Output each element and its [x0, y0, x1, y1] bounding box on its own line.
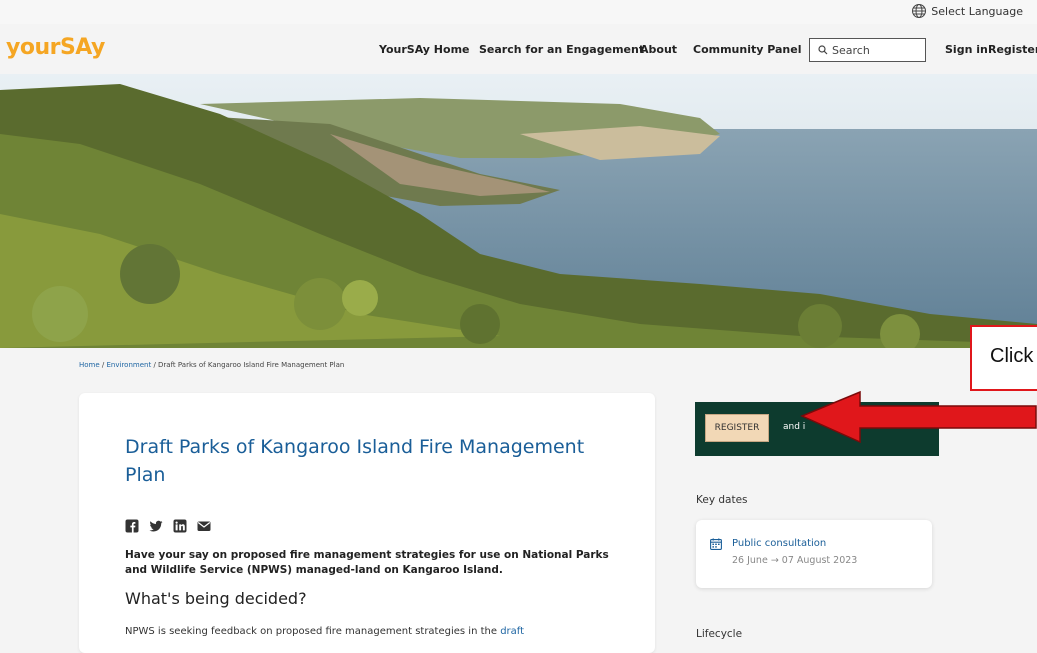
breadcrumb: Home / Environment / Draft Parks of Kang… — [79, 361, 344, 369]
facebook-icon[interactable] — [125, 519, 139, 533]
nav-community-panel[interactable]: Community Panel — [693, 43, 802, 56]
key-date-name[interactable]: Public consultation — [732, 538, 826, 549]
language-selector[interactable]: Select Language — [911, 3, 1023, 19]
search-icon — [818, 45, 828, 55]
sign-in-link[interactable]: Sign in — [945, 43, 988, 56]
section-heading: What's being decided? — [125, 589, 307, 608]
annotation-arrow-icon — [800, 390, 1037, 444]
hero-image — [0, 74, 1037, 348]
breadcrumb-home[interactable]: Home — [79, 361, 100, 369]
breadcrumb-separator: / — [101, 361, 105, 369]
social-share — [125, 519, 211, 533]
register-link[interactable]: Register — [988, 43, 1037, 56]
key-date-card: Public consultation 26 June → 07 August … — [696, 520, 932, 588]
twitter-icon[interactable] — [149, 519, 163, 533]
lifecycle-heading: Lifecycle — [696, 628, 743, 640]
body-paragraph: NPWS is seeking feedback on proposed fir… — [125, 626, 635, 637]
page-title: Draft Parks of Kangaroo Island Fire Mana… — [125, 436, 585, 486]
linkedin-icon[interactable] — [173, 519, 187, 533]
annotation-callout-text: Click — [990, 345, 1034, 367]
language-label: Select Language — [931, 4, 1023, 18]
breadcrumb-environment[interactable]: Environment — [107, 361, 152, 369]
key-date-range: 26 June → 07 August 2023 — [732, 555, 858, 566]
site-header: yourSAy YourSAy Home Search for an Engag… — [0, 24, 1037, 74]
nav-about[interactable]: About — [640, 43, 677, 56]
search-input[interactable]: Search — [809, 38, 926, 62]
breadcrumb-separator: / — [153, 361, 156, 369]
top-bar: Select Language — [0, 0, 1037, 24]
calendar-icon — [710, 538, 722, 550]
nav-home[interactable]: YourSAy Home — [379, 43, 470, 56]
register-button[interactable]: REGISTER — [705, 414, 769, 442]
breadcrumb-current: Draft Parks of Kangaroo Island Fire Mana… — [158, 361, 345, 369]
key-dates-heading: Key dates — [696, 494, 748, 506]
body-text: NPWS is seeking feedback on proposed fir… — [125, 626, 498, 637]
site-logo[interactable]: yourSAy — [6, 35, 105, 60]
globe-icon — [912, 4, 927, 18]
draft-link[interactable]: draft — [500, 626, 524, 637]
engagement-card: Draft Parks of Kangaroo Island Fire Mana… — [79, 393, 655, 653]
email-icon[interactable] — [197, 519, 211, 533]
nav-search-engagement[interactable]: Search for an Engagement — [479, 43, 644, 56]
lead-paragraph: Have your say on proposed fire managemen… — [125, 549, 609, 576]
search-placeholder: Search — [832, 43, 870, 57]
annotation-callout: Click — [970, 325, 1037, 391]
